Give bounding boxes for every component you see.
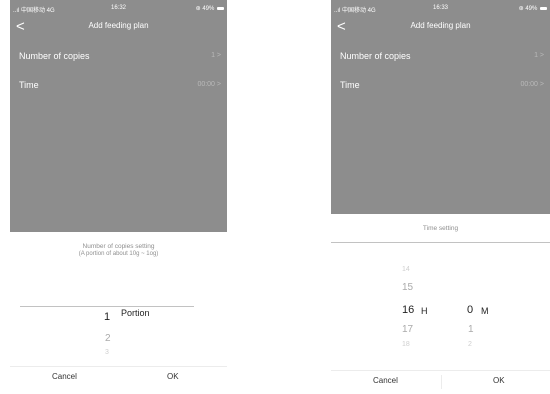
row-label: Number of copies: [340, 51, 411, 61]
row-value: 00:00 >: [197, 81, 221, 88]
nav-bar: < Add feeding plan: [10, 17, 227, 37]
picker-option[interactable]: 2: [105, 333, 111, 344]
sheet-divider: [331, 242, 550, 243]
row-label: Time: [19, 80, 39, 90]
battery-icon: [540, 6, 547, 10]
status-bar: ..ıl 中国移动 4G 16:33 ⊛ 49%: [334, 5, 547, 15]
time-row[interactable]: Time 00:00 >: [331, 78, 550, 94]
battery-icon: [217, 6, 224, 10]
sheet-title: Time setting: [422, 225, 459, 232]
hour-option[interactable]: 17: [402, 324, 413, 335]
status-bar: ..ıl 中国移动 4G 16:32 ⊛ 49%: [13, 5, 224, 15]
row-value: 1 >: [534, 52, 544, 59]
time-setting-sheet: Time setting 14 15 16 H 17 18 0 M 1 2 Ca…: [331, 214, 550, 394]
picker-unit-label: Portion: [121, 308, 150, 318]
sheet-subtitle: (A portion of about 10g ~ 1og): [78, 251, 159, 257]
wifi-icon: ⊛: [195, 6, 201, 12]
status-time: 16:33: [432, 5, 448, 11]
ok-button[interactable]: OK: [493, 376, 505, 385]
number-of-copies-row[interactable]: Number of copies 1 >: [331, 49, 550, 65]
hour-unit-label: H: [421, 306, 428, 316]
picker-divider: [20, 306, 194, 307]
status-battery: ⊛ 49%: [519, 5, 547, 12]
status-time: 16:32: [110, 5, 126, 11]
row-label: Time: [340, 80, 360, 90]
minute-option[interactable]: 2: [468, 341, 472, 348]
dimmed-background[interactable]: ..ıl 中国移动 4G 16:32 ⊛ 49% < Add feeding p…: [10, 0, 227, 232]
row-value: 1 >: [211, 52, 221, 59]
hour-option[interactable]: 18: [402, 341, 410, 348]
button-separator: [441, 375, 442, 389]
picker-selected-value[interactable]: 1: [104, 311, 110, 323]
wifi-icon: ⊛: [518, 6, 524, 12]
time-row[interactable]: Time 00:00 >: [10, 78, 227, 94]
minute-unit-label: M: [481, 306, 489, 316]
page-title: Add feeding plan: [88, 21, 149, 30]
minute-option[interactable]: 1: [468, 324, 474, 335]
right-phone-screen: ..ıl 中国移动 4G 16:33 ⊛ 49% < Add feeding p…: [331, 0, 550, 394]
status-battery: ⊛ 49%: [196, 5, 224, 12]
hour-option[interactable]: 14: [402, 266, 410, 273]
battery-percent: 49%: [525, 6, 538, 12]
sheet-buttons: Cancel OK: [10, 366, 227, 389]
cancel-button[interactable]: Cancel: [373, 376, 398, 385]
battery-percent: 49%: [202, 6, 215, 12]
nav-bar: < Add feeding plan: [331, 17, 550, 37]
ok-button[interactable]: OK: [167, 372, 179, 381]
minute-selected-value[interactable]: 0: [467, 304, 473, 316]
row-label: Number of copies: [19, 51, 90, 61]
picker-option[interactable]: 3: [105, 349, 109, 356]
hour-option[interactable]: 15: [402, 282, 413, 293]
copies-setting-sheet: Number of copies setting (A portion of a…: [10, 232, 227, 394]
row-value: 00:00 >: [520, 81, 544, 88]
sheet-buttons: Cancel OK: [331, 370, 550, 393]
cancel-button[interactable]: Cancel: [52, 372, 77, 381]
page-title: Add feeding plan: [410, 21, 471, 30]
hour-selected-value[interactable]: 16: [402, 304, 414, 316]
number-of-copies-row[interactable]: Number of copies 1 >: [10, 49, 227, 65]
dimmed-background[interactable]: ..ıl 中国移动 4G 16:33 ⊛ 49% < Add feeding p…: [331, 0, 550, 214]
left-phone-screen: ..ıl 中国移动 4G 16:32 ⊛ 49% < Add feeding p…: [10, 0, 227, 394]
